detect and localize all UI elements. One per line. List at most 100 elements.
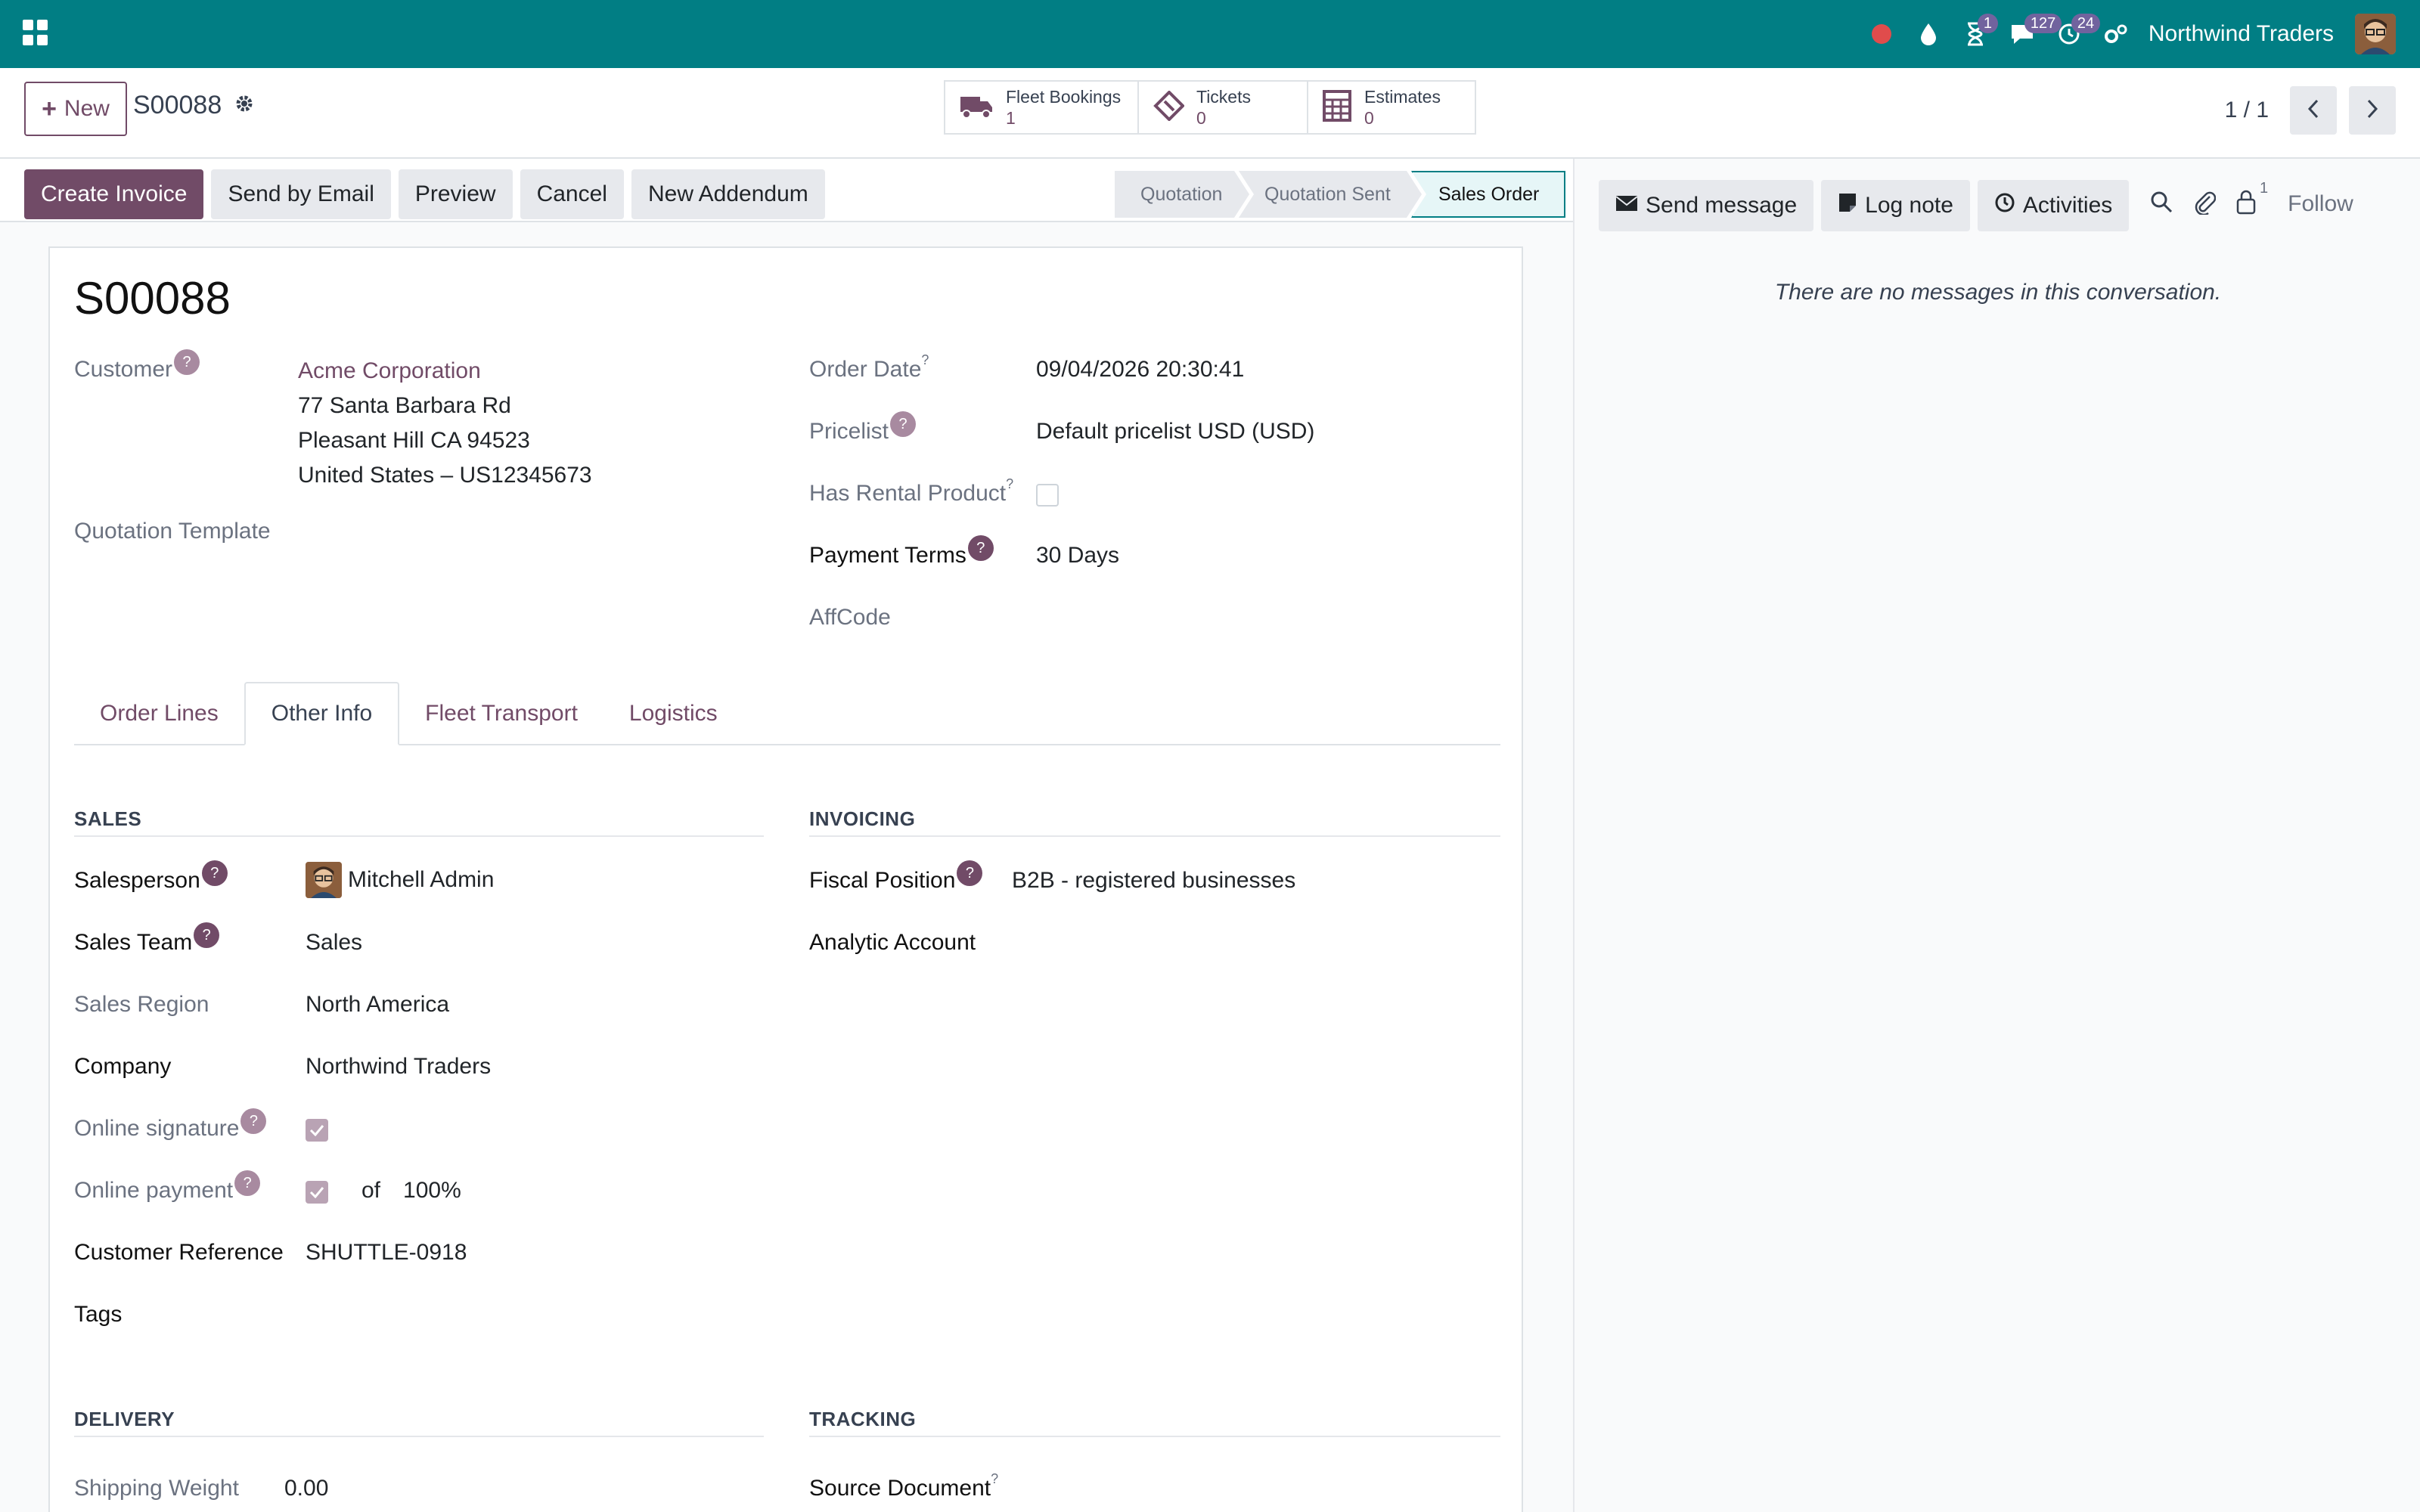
check-icon <box>309 1187 324 1198</box>
smart-button-label: Estimates <box>1364 87 1441 107</box>
tab-other-info[interactable]: Other Info <box>244 682 400 745</box>
online-payment-label: Online payment? <box>74 1170 306 1204</box>
order-date-value[interactable]: 09/04/2026 20:30:41 <box>1036 357 1244 383</box>
plus-icon: + <box>42 94 57 123</box>
help-icon[interactable]: ? <box>194 922 220 948</box>
sales-team-label-text: Sales Team <box>74 930 193 955</box>
rental-checkbox[interactable] <box>1036 484 1059 507</box>
help-icon[interactable]: ? <box>240 1108 267 1134</box>
user-avatar[interactable] <box>2355 14 2396 54</box>
help-mark[interactable]: ? <box>991 1471 998 1486</box>
pager-next-button[interactable] <box>2349 86 2396 135</box>
stage-pipeline: Quotation Quotation Sent Sales Order <box>1115 171 1565 218</box>
payment-percent-value[interactable]: 100% <box>403 1178 461 1204</box>
pricelist-field: Pricelist? Default pricelist USD (USD) <box>809 411 1314 445</box>
send-by-email-button[interactable]: Send by Email <box>211 169 391 219</box>
help-icon[interactable]: ? <box>890 411 917 437</box>
settings-gears-icon[interactable] <box>2093 0 2139 68</box>
record-indicator-icon[interactable] <box>1858 0 1905 68</box>
chatter-tools: 1 Follow <box>2149 180 2353 218</box>
customer-name-link[interactable]: Acme Corporation <box>298 357 592 386</box>
new-button[interactable]: + New <box>24 82 127 136</box>
salesperson-value[interactable]: Mitchell Admin <box>306 862 494 898</box>
drop-icon[interactable] <box>1905 0 1952 68</box>
followers-button[interactable]: 1 <box>2235 180 2268 218</box>
shipping-weight-value[interactable]: 0.00 <box>284 1476 328 1501</box>
new-addendum-button[interactable]: New Addendum <box>631 169 825 219</box>
source-document-field[interactable]: Source Document? <box>809 1471 998 1501</box>
tickets-smart-button[interactable]: Tickets 0 <box>1139 82 1308 133</box>
pricelist-value[interactable]: Default pricelist USD (USD) <box>1036 419 1314 445</box>
action-buttons: Create Invoice Send by Email Preview Can… <box>24 169 825 219</box>
activities-button[interactable]: Activities <box>1977 180 2130 231</box>
new-button-label: New <box>64 96 110 121</box>
tab-fleet-transport[interactable]: Fleet Transport <box>399 682 603 745</box>
sales-region-value[interactable]: North America <box>306 992 449 1018</box>
preview-button[interactable]: Preview <box>398 169 513 219</box>
help-icon[interactable]: ? <box>234 1170 261 1196</box>
log-note-button[interactable]: Log note <box>1821 180 1970 231</box>
help-icon[interactable]: ? <box>174 349 200 375</box>
online-signature-checkbox[interactable] <box>306 1119 328 1142</box>
affcode-field[interactable]: AffCode <box>809 605 891 631</box>
address-line: United States – US12345673 <box>298 463 592 488</box>
stage-quotation[interactable]: Quotation <box>1115 171 1249 218</box>
sales-team-value[interactable]: Sales <box>306 930 362 956</box>
help-mark[interactable]: ? <box>1006 476 1013 491</box>
tags-field[interactable]: Tags <box>74 1302 122 1328</box>
truck-icon <box>959 92 994 123</box>
activities-hourglass-icon[interactable]: 1 <box>1952 0 1999 68</box>
empty-conversation-message: There are no messages in this conversati… <box>1774 280 2222 305</box>
timer-icon[interactable]: 24 <box>2046 0 2101 68</box>
lock-icon <box>2235 189 2257 218</box>
smart-button-value: 1 <box>1006 108 1016 128</box>
salesperson-label: Salesperson? <box>74 860 306 894</box>
smart-buttons: Fleet Bookings 1 Tickets 0 Estimates 0 <box>944 80 1476 135</box>
address-line: 77 Santa Barbara Rd <box>298 393 511 418</box>
quotation-template-field[interactable]: Quotation Template <box>74 519 271 544</box>
analytic-account-label: Analytic Account <box>809 930 976 955</box>
tab-order-lines[interactable]: Order Lines <box>74 682 244 745</box>
online-signature-field: Online signature? <box>74 1108 328 1142</box>
gear-icon[interactable] <box>233 92 256 119</box>
send-message-button[interactable]: Send message <box>1599 180 1814 231</box>
systray: 1 127 24 Northwind Traders <box>1858 0 2420 68</box>
customer-reference-value[interactable]: SHUTTLE-0918 <box>306 1240 467 1266</box>
search-icon[interactable] <box>2149 190 2173 218</box>
tab-logistics[interactable]: Logistics <box>603 682 743 745</box>
delivery-section-title: DELIVERY <box>74 1408 764 1437</box>
company-field: Company Northwind Traders <box>74 1054 491 1080</box>
help-icon[interactable]: ? <box>967 535 994 561</box>
pager-previous-button[interactable] <box>2290 86 2337 135</box>
stage-quotation-sent[interactable]: Quotation Sent <box>1239 171 1422 218</box>
pager-value[interactable]: 1 / 1 <box>2225 98 2269 123</box>
apps-menu-icon[interactable] <box>23 20 48 45</box>
ticket-icon <box>1153 89 1185 125</box>
analytic-account-field[interactable]: Analytic Account <box>809 930 976 956</box>
paperclip-icon[interactable] <box>2193 189 2217 218</box>
help-mark[interactable]: ? <box>921 352 929 367</box>
stage-sales-order[interactable]: Sales Order <box>1411 171 1565 218</box>
of-label: of <box>361 1178 381 1203</box>
source-document-label-text: Source Document <box>809 1476 991 1501</box>
payment-terms-label-text: Payment Terms <box>809 543 966 568</box>
payment-terms-value[interactable]: 30 Days <box>1036 543 1119 569</box>
help-icon[interactable]: ? <box>201 860 228 886</box>
estimates-smart-button[interactable]: Estimates 0 <box>1308 82 1475 133</box>
company-switcher[interactable]: Northwind Traders <box>2139 21 2355 47</box>
tracking-section-title: TRACKING <box>809 1408 1500 1437</box>
shipping-weight-field: Shipping Weight 0.00 <box>74 1476 328 1501</box>
company-value[interactable]: Northwind Traders <box>306 1054 491 1080</box>
help-icon[interactable]: ? <box>957 860 983 886</box>
messages-icon[interactable]: 127 <box>1999 0 2062 68</box>
fleet-bookings-smart-button[interactable]: Fleet Bookings 1 <box>945 82 1139 133</box>
fiscal-position-value[interactable]: B2B - registered businesses <box>1012 868 1295 894</box>
customer-field: Customer? Acme Corporation 77 Santa Barb… <box>74 349 592 490</box>
cancel-button[interactable]: Cancel <box>520 169 624 219</box>
activities-badge: 1 <box>1977 14 1999 33</box>
sales-region-label: Sales Region <box>74 992 209 1017</box>
follow-button[interactable]: Follow <box>2288 191 2353 217</box>
create-invoice-button[interactable]: Create Invoice <box>24 169 204 219</box>
payment-terms-label: Payment Terms? <box>809 535 1036 569</box>
online-payment-checkbox[interactable] <box>306 1181 328 1204</box>
